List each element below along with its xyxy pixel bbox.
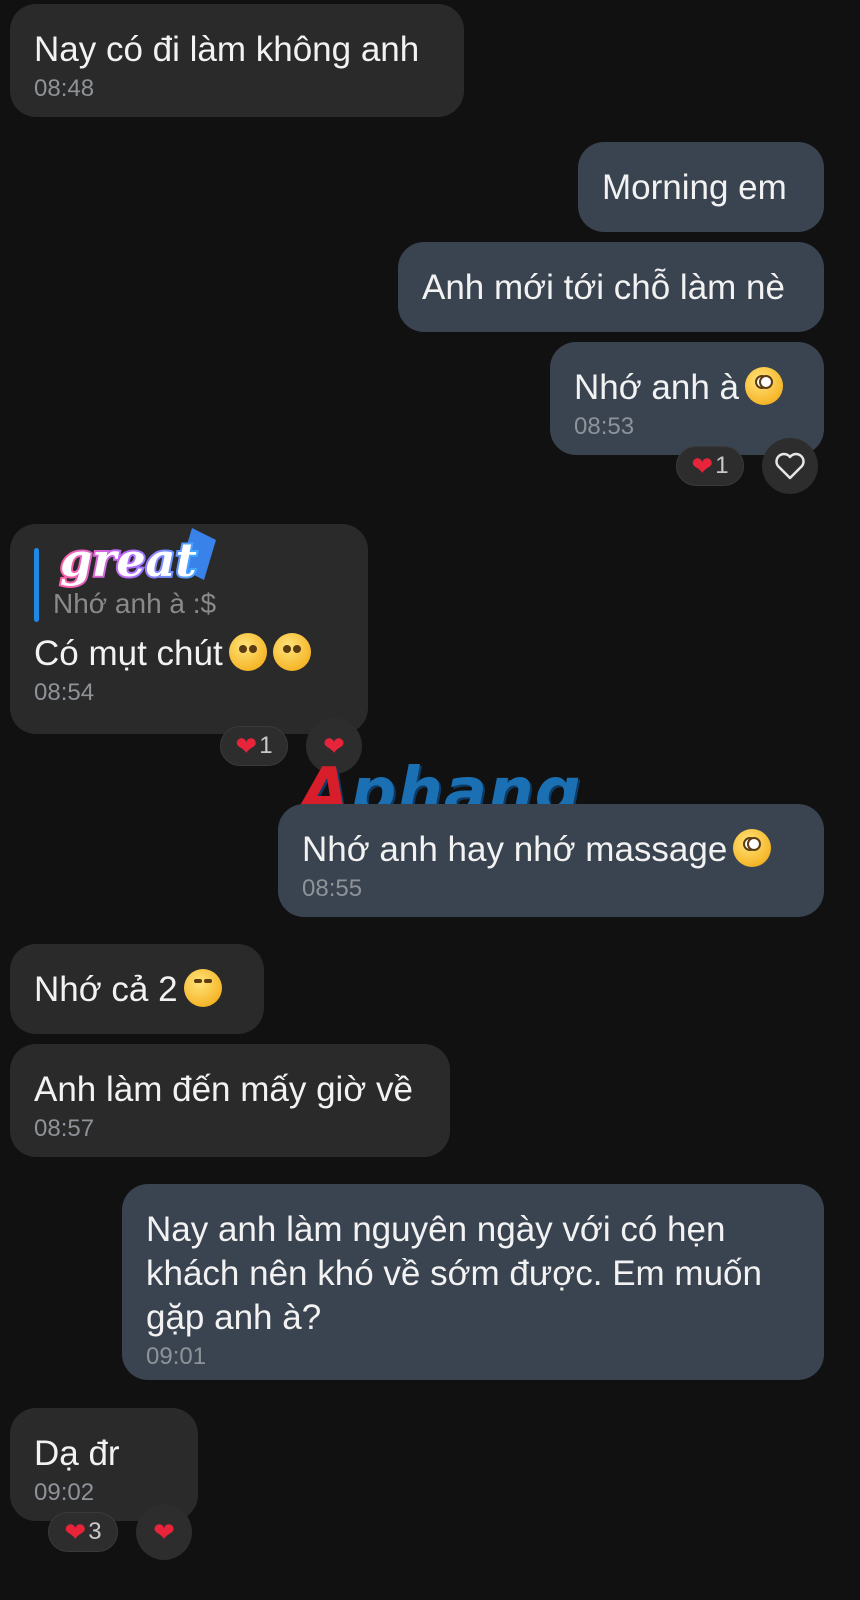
react-button[interactable]	[762, 438, 818, 494]
message-bubble-incoming[interactable]: Nhớ cả 2	[10, 944, 264, 1034]
message-bubble-outgoing[interactable]: Nay anh làm nguyên ngày với có hẹn khách…	[122, 1184, 824, 1380]
message-bubble-incoming[interactable]: Nay có đi làm không anh 08:48	[10, 4, 464, 117]
message-time: 09:02	[34, 1479, 95, 1506]
message-text: Anh làm đến mấy giờ về	[34, 1070, 413, 1109]
heart-outline-icon	[775, 452, 805, 480]
message-text: Anh mới tới chỗ làm nè	[422, 268, 785, 307]
message-bubble-outgoing[interactable]: Morning em	[578, 142, 824, 232]
great-sticker: great	[58, 528, 216, 589]
laughing-emoji-icon	[183, 969, 222, 1007]
message-bubble-outgoing[interactable]: Anh mới tới chỗ làm nè	[398, 242, 824, 332]
message-time: 08:48	[34, 75, 95, 102]
message-text: Nhớ anh hay nhớ massage	[302, 828, 800, 872]
svg-text:great: great	[60, 533, 197, 587]
reaction-count: 3	[88, 1518, 102, 1545]
message-text: Nay anh làm nguyên ngày với có hẹn khách…	[146, 1210, 762, 1337]
yawning-face-emoji-icon	[228, 633, 267, 671]
rolling-eyes-emoji-icon	[733, 829, 772, 867]
message-text-content: Nhớ cả 2	[34, 970, 178, 1009]
reaction-count: 1	[715, 452, 729, 479]
message-text-content: Nhớ anh à	[574, 368, 740, 407]
heart-filled-icon: ❤	[153, 1517, 175, 1547]
message-text: Nhớ anh à	[574, 366, 800, 410]
reaction-count-pill[interactable]: ❤ 1	[220, 726, 288, 766]
message-bubble-incoming[interactable]: Anh làm đến mấy giờ về 08:57	[10, 1044, 450, 1157]
quote-bar	[34, 548, 39, 622]
message-text-content: Nhớ anh hay nhớ massage	[302, 830, 728, 869]
message-bubble-outgoing[interactable]: Nhớ anh hay nhớ massage 08:55	[278, 804, 824, 917]
reaction-count-pill[interactable]: ❤ 1	[676, 446, 744, 486]
message-time: 08:53	[574, 413, 635, 440]
heart-icon: ❤	[691, 451, 714, 481]
reaction-count: 1	[259, 732, 273, 759]
reaction-count-pill[interactable]: ❤ 3	[48, 1512, 118, 1552]
heart-icon: ❤	[64, 1517, 87, 1547]
message-text: Dạ đr	[34, 1434, 120, 1473]
message-text: Có mụt chút	[34, 632, 344, 676]
react-button[interactable]: ❤	[136, 1504, 192, 1560]
message-time: 08:57	[34, 1115, 95, 1142]
message-text: Nay có đi làm không anh	[34, 30, 420, 69]
rolling-eyes-emoji-icon	[745, 367, 784, 405]
message-text: Morning em	[602, 168, 787, 207]
message-text: Nhớ cả 2	[34, 968, 240, 1012]
message-text-content: Có mụt chút	[34, 634, 223, 673]
message-time: 08:54	[34, 679, 95, 706]
message-time: 09:01	[146, 1343, 207, 1370]
yawning-face-emoji-icon	[272, 633, 311, 671]
message-time: 08:55	[302, 875, 363, 902]
heart-icon: ❤	[235, 731, 258, 761]
